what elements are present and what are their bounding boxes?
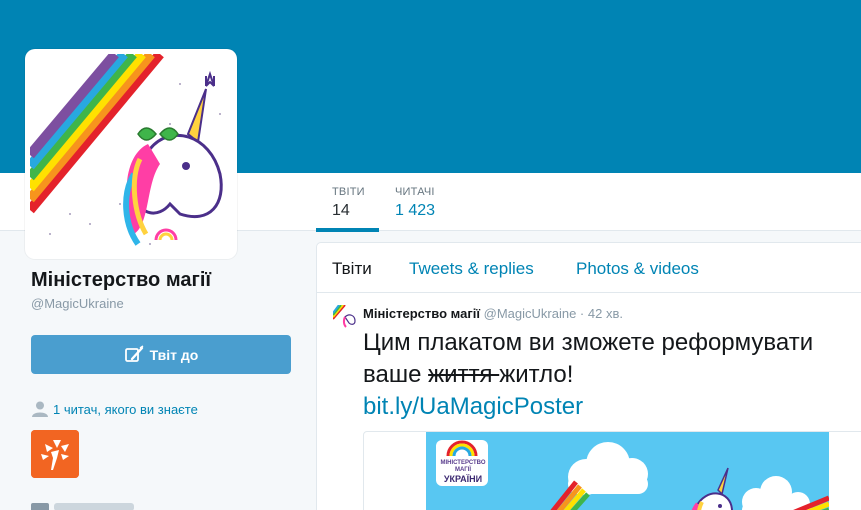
unicorn-avatar-icon	[333, 305, 357, 329]
poster-logo-text: МІНІСТЕРСТВО МАГІЇ УКРАЇНИ	[440, 460, 486, 484]
profile-name[interactable]: Міністерство магії	[31, 269, 211, 292]
tweet-author-avatar[interactable]	[333, 305, 357, 329]
tweet-author-handle[interactable]: @MagicUkraine	[484, 306, 577, 321]
tweet-link[interactable]: bit.ly/UaMagicPoster	[363, 391, 861, 423]
poster-logo-big: УКРАЇНИ	[443, 474, 483, 484]
person-icon	[32, 401, 48, 417]
poster-logo-small: МІНІСТЕРСТВО МАГІЇ	[440, 460, 486, 473]
camera-icon	[31, 503, 49, 510]
tweet-separator: ·	[579, 306, 585, 321]
stat-tweets[interactable]: ТВІТИ 14	[332, 186, 365, 220]
unicorn-rainbow-avatar	[30, 54, 232, 254]
followers-you-know-text: 1 читач, якого ви знаєте	[53, 401, 198, 417]
tab-photos-and-videos[interactable]: Photos & videos	[576, 259, 699, 279]
tweet-text-line2-start: ваше	[363, 361, 429, 388]
profile-handle[interactable]: @MagicUkraine	[31, 296, 124, 311]
stat-tweets-label: ТВІТИ	[332, 186, 365, 198]
known-follower-avatar[interactable]	[31, 430, 79, 478]
stat-followers[interactable]: ЧИТАЧІ 1 423	[395, 186, 435, 220]
followers-you-know-link[interactable]: 1 читач, якого ви знаєте	[31, 400, 198, 418]
tweet-author-name[interactable]: Міністерство магії	[363, 306, 480, 321]
tweet-to-label: Твіт до	[149, 346, 199, 363]
compose-quill-icon	[124, 344, 144, 362]
tweet-text-line2-end: житло!	[499, 361, 574, 388]
rfe-logo-icon	[31, 430, 79, 478]
tweet-text-strike: життя	[428, 361, 500, 388]
profile-avatar[interactable]	[25, 49, 237, 259]
tweet-timestamp[interactable]: 42 хв.	[588, 306, 623, 321]
photos-link-partial[interactable]	[54, 503, 134, 510]
tweet-to-button[interactable]: Твіт до	[31, 335, 291, 374]
stat-followers-value: 1 423	[395, 202, 436, 219]
poster-image[interactable]: МІНІСТЕРСТВО МАГІЇ УКРАЇНИ	[426, 432, 829, 510]
active-stat-underline	[316, 228, 379, 232]
timeline-tabs: Твіти Tweets & replies Photos & videos	[317, 243, 861, 293]
tweet-text-line1: Цим плакатом ви зможете реформувати	[363, 329, 814, 356]
tweet-text: Цим плакатом ви зможете реформувати ваше…	[363, 327, 861, 423]
poster-illustration	[426, 432, 829, 510]
tab-tweets[interactable]: Твіти	[332, 259, 372, 279]
tweet-media-card[interactable]: МІНІСТЕРСТВО МАГІЇ УКРАЇНИ	[363, 431, 861, 510]
tab-tweets-and-replies[interactable]: Tweets & replies	[409, 259, 534, 279]
tweet-header: Міністерство магії @MagicUkraine · 42 хв…	[363, 306, 623, 321]
stat-tweets-value: 14	[332, 202, 350, 219]
timeline-panel: Твіти Tweets & replies Photos & videos М…	[316, 242, 861, 510]
stat-followers-label: ЧИТАЧІ	[395, 186, 435, 198]
